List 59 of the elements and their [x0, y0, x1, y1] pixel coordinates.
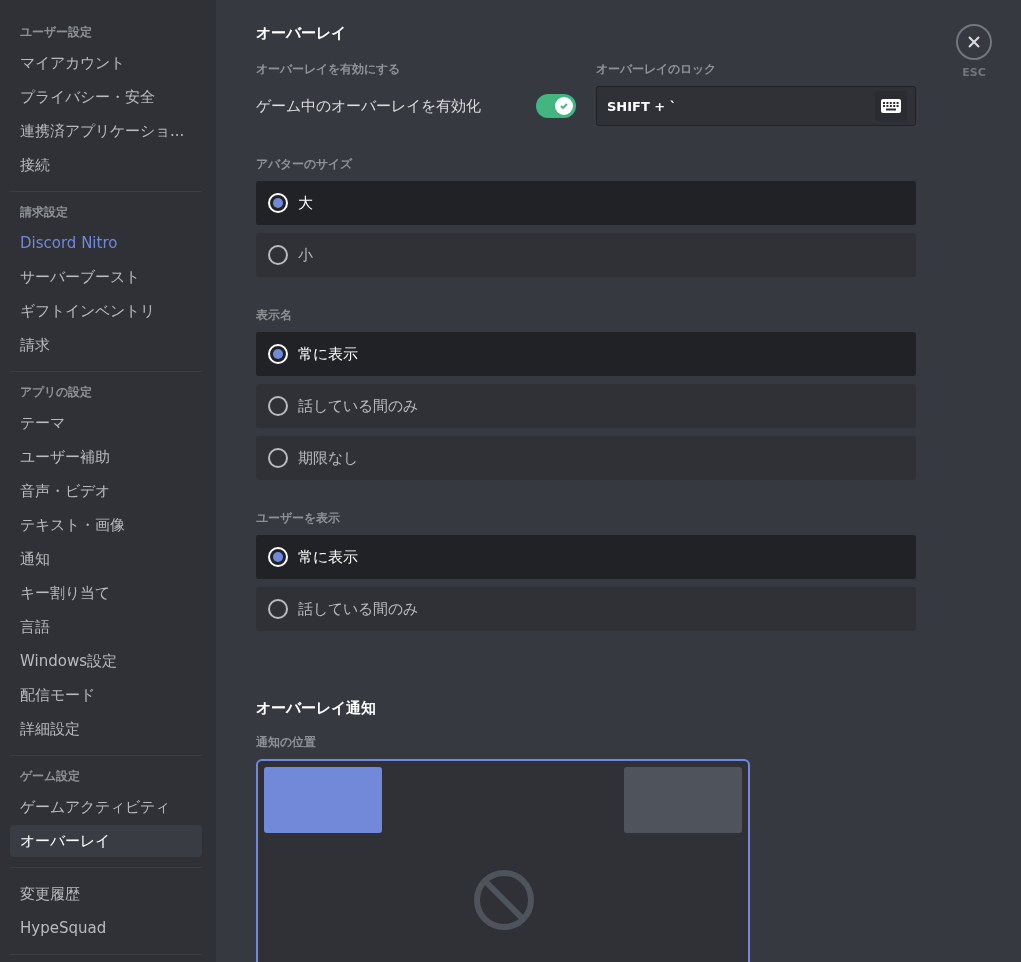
sidebar-item[interactable]: ギフトインベントリ — [10, 295, 202, 327]
sidebar-item[interactable]: 接続 — [10, 149, 202, 181]
sidebar-item[interactable]: 音声・ビデオ — [10, 475, 202, 507]
section-header: 請求設定 — [19, 204, 69, 221]
esc-label: ESC — [962, 66, 986, 79]
field-label: 通知の位置 — [256, 734, 317, 751]
radio-option[interactable]: 話している間のみ — [256, 587, 916, 631]
group-label: ユーザーを表示 — [256, 510, 341, 527]
sidebar-item[interactable]: ゲームアクティビティ — [10, 791, 202, 823]
sidebar-item[interactable]: テーマ — [10, 407, 202, 439]
sidebar-item[interactable]: テキスト・画像 — [10, 509, 202, 541]
option-label: 小 — [298, 245, 313, 265]
sidebar-item[interactable]: Windows設定 — [10, 645, 202, 677]
sidebar-item[interactable]: プライバシー・安全 — [10, 81, 202, 113]
overlay-toggle[interactable] — [536, 94, 576, 118]
group-label: アバターのサイズ — [256, 156, 354, 173]
option-label: 大 — [298, 193, 313, 213]
field-label: オーバーレイを有効にする — [256, 61, 401, 78]
option-label: 常に表示 — [298, 547, 358, 567]
sidebar-item[interactable]: サーバーブースト — [10, 261, 202, 293]
sidebar-item[interactable]: キー割り当て — [10, 577, 202, 609]
radio-option[interactable]: 話している間のみ — [256, 384, 916, 428]
sidebar-item[interactable]: 言語 — [10, 611, 202, 643]
sidebar-item[interactable]: 配信モード — [10, 679, 202, 711]
option-label: 期限なし — [298, 448, 358, 468]
page-title: オーバーレイ — [256, 24, 347, 43]
disabled-icon — [473, 869, 535, 931]
field-label: オーバーレイのロック — [596, 61, 717, 78]
section-header: アプリの設定 — [19, 384, 93, 401]
keyboard-button[interactable] — [875, 91, 907, 121]
sidebar-item[interactable]: 詳細設定 — [10, 713, 202, 745]
sidebar-item[interactable]: Discord Nitro — [10, 227, 202, 259]
option-label: 常に表示 — [298, 344, 358, 364]
close-button[interactable] — [956, 24, 992, 60]
section-title: オーバーレイ通知 — [256, 699, 377, 718]
keybind-value: SHIFT + ` — [607, 98, 677, 114]
option-label: 話している間のみ — [298, 396, 418, 416]
radio-option[interactable]: 小 — [256, 233, 916, 277]
radio-option[interactable]: 大 — [256, 181, 916, 225]
radio-option[interactable]: 期限なし — [256, 436, 916, 480]
close-icon — [967, 35, 981, 49]
radio-option[interactable]: 常に表示 — [256, 332, 916, 376]
section-header: ユーザー設定 — [19, 24, 93, 41]
section-header: ゲーム設定 — [19, 768, 81, 785]
sidebar-item[interactable]: 請求 — [10, 329, 202, 361]
radio-option[interactable]: 常に表示 — [256, 535, 916, 579]
sidebar-item[interactable]: オーバーレイ — [10, 825, 202, 857]
sidebar-item[interactable]: ユーザー補助 — [10, 441, 202, 473]
toggle-label: ゲーム中のオーバーレイを有効化 — [256, 96, 481, 116]
sidebar-item[interactable]: HypeSquad — [10, 912, 202, 944]
group-label: 表示名 — [256, 307, 293, 324]
sidebar-item[interactable]: マイアカウント — [10, 47, 202, 79]
sidebar-item[interactable]: 連携済アプリケーショ... — [10, 115, 202, 147]
option-label: 話している間のみ — [298, 599, 418, 619]
keyboard-icon — [881, 99, 901, 113]
sidebar-item[interactable]: 通知 — [10, 543, 202, 575]
check-icon — [559, 101, 569, 111]
sidebar-item[interactable]: 変更履歴 — [10, 878, 202, 910]
keybind-field[interactable]: SHIFT + ` — [596, 86, 916, 126]
